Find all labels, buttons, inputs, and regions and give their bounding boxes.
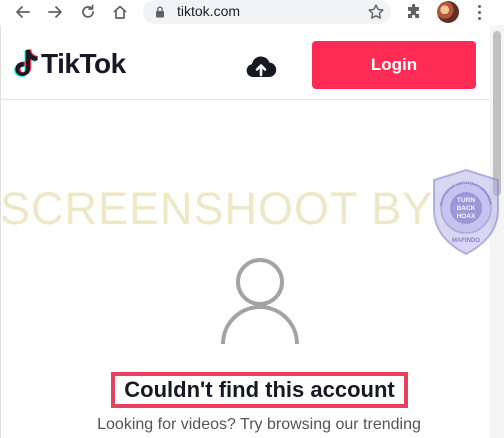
avatar[interactable] bbox=[437, 1, 459, 23]
address-bar[interactable]: tiktok.com bbox=[143, 0, 391, 24]
back-icon[interactable] bbox=[13, 2, 33, 22]
tiktok-note-icon bbox=[14, 49, 38, 77]
watermark-text: SCREENSHOOT BY bbox=[0, 183, 434, 234]
account-not-found-title: Couldn't find this account bbox=[111, 372, 408, 408]
mafindo-seal-icon: TURN BACK HOAX MASYARAKAT ANTI FITNAH IN… bbox=[433, 168, 499, 256]
forward-icon[interactable] bbox=[45, 2, 65, 22]
logo-text: TikTok bbox=[41, 48, 126, 79]
lock-icon[interactable] bbox=[153, 5, 167, 19]
seal-ring-bottom: MAFINDO bbox=[452, 238, 480, 244]
seal-line-3: HOAX bbox=[457, 213, 476, 220]
url-text[interactable]: tiktok.com bbox=[177, 3, 240, 19]
user-icon bbox=[221, 258, 299, 345]
puzzle-icon[interactable] bbox=[405, 3, 423, 21]
seal-line-1: TURN bbox=[457, 197, 475, 204]
account-not-found-text: Couldn't find this account bbox=[124, 377, 395, 402]
trending-hint-text: Looking for videos? Try browsing our tre… bbox=[97, 416, 421, 433]
menu-dots-icon[interactable] bbox=[474, 3, 484, 21]
reload-icon[interactable] bbox=[78, 2, 98, 22]
tiktok-logo[interactable]: TikTok bbox=[11, 47, 126, 81]
cloud-upload-icon[interactable] bbox=[245, 53, 277, 81]
star-icon[interactable] bbox=[367, 3, 385, 21]
home-icon[interactable] bbox=[110, 2, 130, 22]
browser-toolbar: tiktok.com bbox=[0, 0, 504, 25]
seal-line-2: BACK bbox=[457, 205, 476, 212]
login-button[interactable]: Login bbox=[312, 41, 476, 89]
tiktok-header: TikTok Login bbox=[1, 25, 490, 100]
